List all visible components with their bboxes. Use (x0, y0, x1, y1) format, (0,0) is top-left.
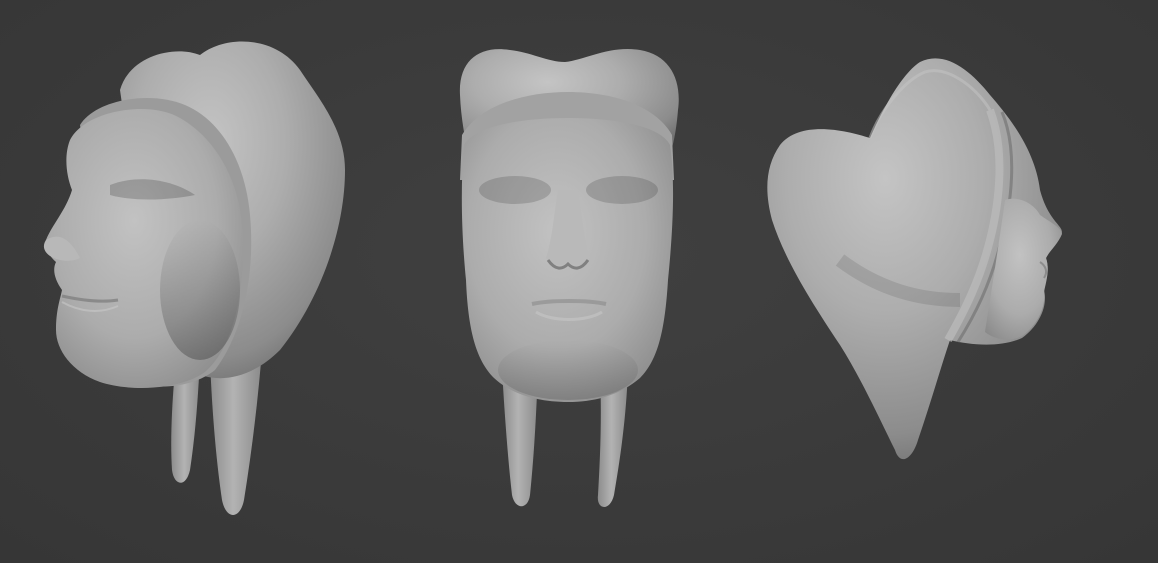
eye-socket-left (479, 176, 551, 204)
eye-socket-right (586, 176, 658, 204)
sculpt-render (43, 41, 1062, 515)
tooth-sculpt-left-view (43, 41, 345, 515)
tooth-sculpt-side-view (767, 58, 1062, 460)
3d-viewport[interactable] (0, 0, 1158, 563)
tooth-sculpt-front-view (459, 48, 679, 508)
